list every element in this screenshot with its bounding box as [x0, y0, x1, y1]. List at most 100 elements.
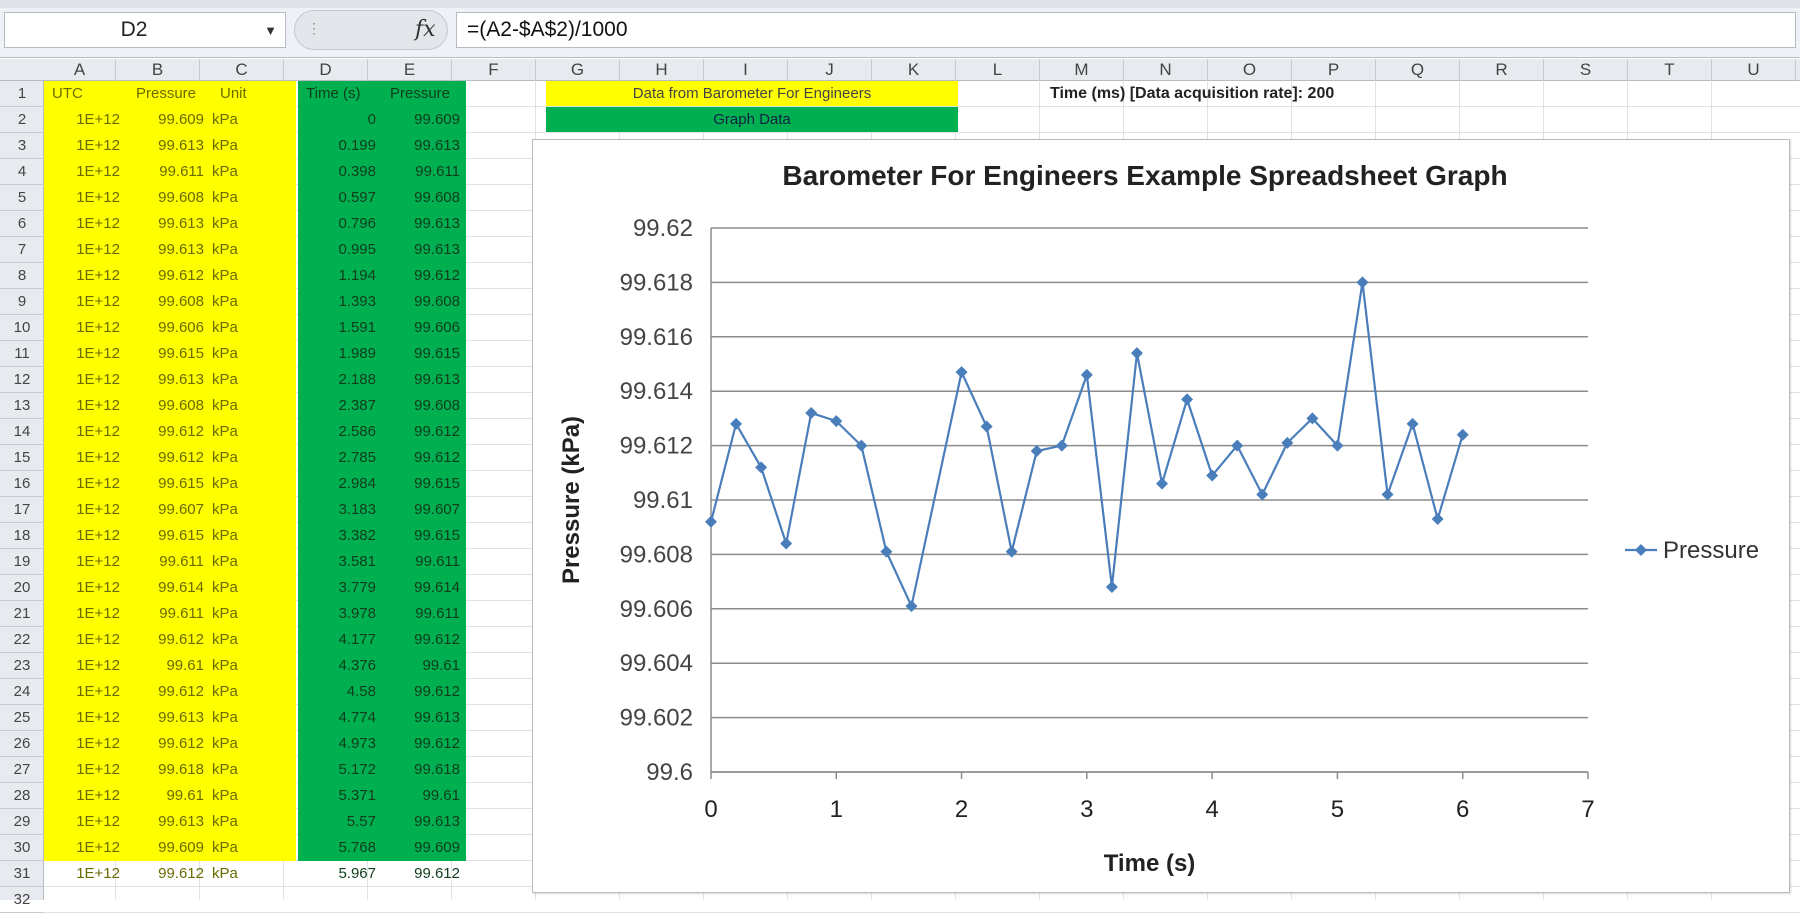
cell-pressure[interactable]: 99.609: [132, 107, 204, 133]
cell-utc[interactable]: 1E+12: [52, 575, 120, 601]
name-box[interactable]: D2 ▼: [4, 12, 286, 48]
cell-unit[interactable]: kPa: [212, 627, 272, 653]
row-header-16[interactable]: 16: [0, 471, 44, 497]
column-header-p[interactable]: P: [1292, 59, 1376, 81]
cell-unit[interactable]: kPa: [212, 185, 272, 211]
header-pressure-b[interactable]: Pressure: [136, 81, 196, 107]
cell-unit[interactable]: kPa: [212, 315, 272, 341]
cell-utc[interactable]: 1E+12: [52, 133, 120, 159]
cell-p[interactable]: 99.613: [382, 133, 460, 159]
cell-pressure[interactable]: 99.608: [132, 393, 204, 419]
cell-time[interactable]: 0.995: [298, 237, 376, 263]
formula-input[interactable]: =(A2-$A$2)/1000: [456, 12, 1796, 48]
column-header-i[interactable]: I: [704, 59, 788, 81]
pressure-chart[interactable]: 99.6 99.602 99.604 99.606 99.608 99.61 99.612 9…: [532, 139, 1790, 893]
cell-p[interactable]: 99.613: [382, 237, 460, 263]
cell-utc[interactable]: 1E+12: [52, 393, 120, 419]
cell-pressure[interactable]: 99.612: [132, 419, 204, 445]
row-header-15[interactable]: 15: [0, 445, 44, 471]
cell-p[interactable]: 99.618: [382, 757, 460, 783]
cell-unit[interactable]: kPa: [212, 263, 272, 289]
row-header-29[interactable]: 29: [0, 809, 44, 835]
cell-pressure[interactable]: 99.608: [132, 289, 204, 315]
cell-pressure[interactable]: 99.612: [132, 263, 204, 289]
cell-time[interactable]: 2.586: [298, 419, 376, 445]
cell-p[interactable]: 99.612: [382, 627, 460, 653]
cell-time[interactable]: 3.779: [298, 575, 376, 601]
cell-time[interactable]: 4.973: [298, 731, 376, 757]
cell-unit[interactable]: kPa: [212, 159, 272, 185]
cell-utc[interactable]: 1E+12: [52, 159, 120, 185]
cell-utc[interactable]: 1E+12: [52, 835, 120, 861]
cell-time[interactable]: 5.967: [298, 861, 376, 887]
cell-p[interactable]: 99.613: [382, 367, 460, 393]
row-header-32[interactable]: 32: [0, 887, 44, 913]
row-header-13[interactable]: 13: [0, 393, 44, 419]
row-header-9[interactable]: 9: [0, 289, 44, 315]
cell-unit[interactable]: kPa: [212, 757, 272, 783]
cell-time[interactable]: 5.768: [298, 835, 376, 861]
row-header-17[interactable]: 17: [0, 497, 44, 523]
cell-pressure[interactable]: 99.615: [132, 471, 204, 497]
column-header-g[interactable]: G: [536, 59, 620, 81]
cell-unit[interactable]: kPa: [212, 289, 272, 315]
cell-time[interactable]: 4.774: [298, 705, 376, 731]
column-header-s[interactable]: S: [1544, 59, 1628, 81]
banner-graph-data[interactable]: Graph Data: [546, 107, 958, 132]
cell-pressure[interactable]: 99.611: [132, 601, 204, 627]
acquisition-rate[interactable]: Time (ms) [Data acquisition rate]: 200: [1050, 81, 1334, 107]
cell-p[interactable]: 99.612: [382, 861, 460, 887]
cell-time[interactable]: 5.172: [298, 757, 376, 783]
column-header-a[interactable]: A: [44, 59, 116, 81]
column-header-m[interactable]: M: [1040, 59, 1124, 81]
cell-time[interactable]: 1.194: [298, 263, 376, 289]
header-time[interactable]: Time (s): [306, 81, 360, 107]
column-header-t[interactable]: T: [1628, 59, 1712, 81]
cell-pressure[interactable]: 99.61: [132, 783, 204, 809]
cell-p[interactable]: 99.611: [382, 601, 460, 627]
cell-utc[interactable]: 1E+12: [52, 705, 120, 731]
row-header-11[interactable]: 11: [0, 341, 44, 367]
row-header-31[interactable]: 31: [0, 861, 44, 887]
row-header-30[interactable]: 30: [0, 835, 44, 861]
cell-utc[interactable]: 1E+12: [52, 107, 120, 133]
row-header-26[interactable]: 26: [0, 731, 44, 757]
cell-utc[interactable]: 1E+12: [52, 627, 120, 653]
cell-utc[interactable]: 1E+12: [52, 601, 120, 627]
row-header-4[interactable]: 4: [0, 159, 44, 185]
cell-unit[interactable]: kPa: [212, 367, 272, 393]
column-header-j[interactable]: J: [788, 59, 872, 81]
column-header-h[interactable]: H: [620, 59, 704, 81]
cell-pressure[interactable]: 99.609: [132, 835, 204, 861]
cell-p[interactable]: 99.612: [382, 263, 460, 289]
cell-p[interactable]: 99.608: [382, 393, 460, 419]
cell-time[interactable]: 1.989: [298, 341, 376, 367]
cell-utc[interactable]: 1E+12: [52, 679, 120, 705]
cell-utc[interactable]: 1E+12: [52, 185, 120, 211]
cell-utc[interactable]: 1E+12: [52, 731, 120, 757]
cell-p[interactable]: 99.609: [382, 835, 460, 861]
row-header-14[interactable]: 14: [0, 419, 44, 445]
column-header-b[interactable]: B: [116, 59, 200, 81]
column-header-r[interactable]: R: [1460, 59, 1544, 81]
cell-p[interactable]: 99.607: [382, 497, 460, 523]
cell-pressure[interactable]: 99.614: [132, 575, 204, 601]
cell-time[interactable]: 1.393: [298, 289, 376, 315]
cell-utc[interactable]: 1E+12: [52, 341, 120, 367]
cell-unit[interactable]: kPa: [212, 133, 272, 159]
cell-unit[interactable]: kPa: [212, 809, 272, 835]
cell-pressure[interactable]: 99.613: [132, 367, 204, 393]
cell-unit[interactable]: kPa: [212, 549, 272, 575]
cell-pressure[interactable]: 99.613: [132, 809, 204, 835]
cell-pressure[interactable]: 99.612: [132, 627, 204, 653]
cell-p[interactable]: 99.615: [382, 523, 460, 549]
cell-unit[interactable]: kPa: [212, 861, 272, 887]
column-header-k[interactable]: K: [872, 59, 956, 81]
cell-time[interactable]: 3.978: [298, 601, 376, 627]
cell-time[interactable]: 1.591: [298, 315, 376, 341]
column-header-c[interactable]: C: [200, 59, 284, 81]
header-pressure-e[interactable]: Pressure: [390, 81, 450, 107]
row-header-8[interactable]: 8: [0, 263, 44, 289]
cell-unit[interactable]: kPa: [212, 679, 272, 705]
cell-p[interactable]: 99.615: [382, 471, 460, 497]
